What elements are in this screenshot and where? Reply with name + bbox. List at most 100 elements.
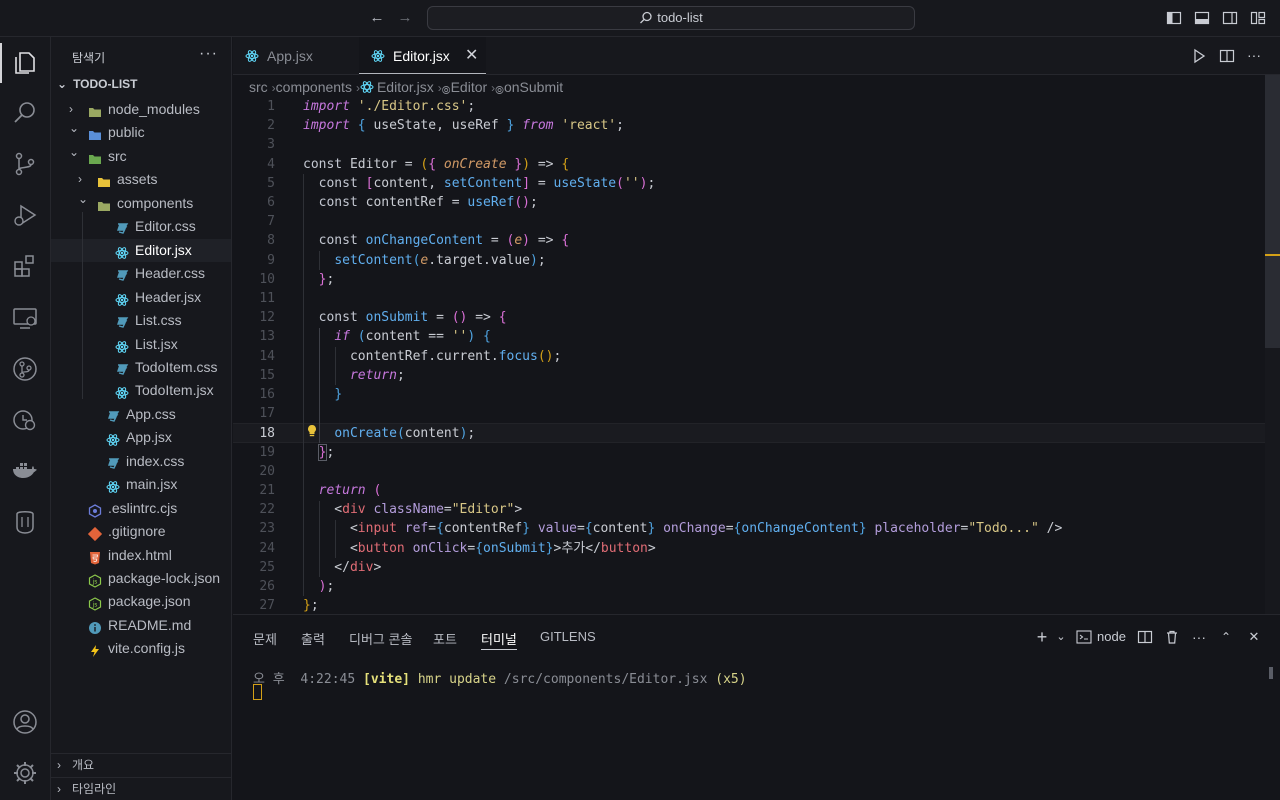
toggle-panel-icon[interactable] — [1194, 10, 1210, 26]
terminal-scrollbar[interactable] — [1269, 667, 1273, 679]
react-icon — [106, 431, 120, 447]
search-icon[interactable] — [11, 99, 39, 127]
folder-root[interactable]: ⌄ TODO-LIST — [57, 77, 138, 91]
tab-app-jsx[interactable]: App.jsx — [233, 37, 358, 75]
line-number: 11 — [259, 291, 275, 306]
command-center-search[interactable]: todo-list — [427, 6, 915, 30]
scrollbar-thumb[interactable] — [1265, 75, 1280, 348]
tree-item[interactable]: ⌄ components — [51, 192, 231, 215]
docker-icon[interactable] — [11, 457, 39, 485]
editor-scrollbar[interactable] — [1265, 75, 1280, 614]
terminal-name[interactable]: node — [1097, 629, 1126, 644]
chevron-down-icon: ⌄ — [78, 191, 89, 206]
account-icon[interactable] — [11, 708, 39, 736]
explorer-icon[interactable] — [11, 49, 39, 77]
run-icon[interactable] — [1191, 48, 1207, 64]
tree-item[interactable]: main.jsx — [51, 473, 231, 496]
tree-item-label: .gitignore — [108, 523, 166, 540]
line-number: 14 — [259, 348, 275, 364]
folder-icon — [88, 103, 102, 117]
terminal-output-line: 오 후 4:22:45 [vite] hmr update /src/compo… — [253, 668, 747, 687]
chevron-down-icon[interactable]: ⌄ — [1053, 629, 1069, 645]
remote-explorer-icon[interactable] — [11, 304, 39, 332]
tree-item[interactable]: ⌄ src — [51, 145, 231, 168]
tree-item[interactable]: js package.json — [51, 590, 231, 613]
tree-item[interactable]: TodoItem.jsx — [51, 379, 231, 402]
breadcrumb-file[interactable]: Editor.jsx — [377, 79, 434, 95]
source-control-icon[interactable] — [11, 150, 39, 178]
tree-item-label: index.html — [108, 546, 172, 563]
git-graph-icon[interactable] — [11, 355, 39, 383]
customize-layout-icon[interactable] — [1250, 10, 1266, 26]
code-line: ); — [318, 579, 335, 594]
terminal-count: (x5) — [715, 672, 747, 687]
tree-item[interactable]: Editor.jsx — [51, 238, 231, 262]
new-terminal-icon[interactable]: + — [1034, 628, 1050, 646]
tree-item[interactable]: List.jsx — [51, 333, 231, 356]
arrow-left-icon[interactable]: ← — [368, 9, 386, 27]
tree-item[interactable]: .eslintrc.cjs — [51, 497, 231, 520]
line-number: 2 — [267, 118, 275, 134]
outline-section[interactable]: › 개요 — [51, 753, 231, 776]
tab-terminal[interactable]: 터미널 — [481, 629, 517, 650]
tree-item-label: src — [108, 147, 127, 164]
breadcrumb-method[interactable]: onSubmit — [504, 79, 563, 95]
tree-item-label: components — [117, 194, 194, 211]
extensions-icon[interactable] — [11, 252, 39, 280]
breadcrumb-symbol[interactable]: Editor — [451, 79, 488, 95]
trash-icon[interactable] — [1164, 629, 1180, 645]
chevron-right-icon: › — [57, 782, 61, 796]
tab-ports[interactable]: 포트 — [433, 629, 457, 648]
timeline-section[interactable]: › 타임라인 — [51, 777, 231, 800]
code-editor[interactable]: 1 import './Editor.css'; 2 import { useSta… — [233, 97, 1265, 614]
tree-item[interactable]: .gitignore — [51, 520, 231, 543]
tree-item[interactable]: vite.config.js — [51, 637, 231, 660]
react-icon — [106, 478, 120, 494]
close-icon[interactable]: ✕ — [465, 37, 478, 75]
tree-item-label: assets — [117, 171, 158, 188]
settings-gear-icon[interactable] — [11, 759, 39, 787]
css-file-icon — [115, 314, 129, 328]
timeline-icon[interactable] — [11, 406, 39, 434]
more-actions-icon[interactable]: ··· — [1247, 48, 1263, 64]
split-terminal-icon[interactable] — [1137, 629, 1153, 645]
code-line: </div> — [303, 559, 382, 575]
tab-editor-jsx[interactable]: Editor.jsx ✕ — [359, 37, 486, 76]
tree-item[interactable]: List.css — [51, 309, 231, 332]
line-number: 12 — [259, 310, 275, 326]
tree-item[interactable]: Header.css — [51, 262, 231, 285]
tree-item[interactable]: README.md — [51, 614, 231, 637]
toggle-primary-sidebar-icon[interactable] — [1166, 10, 1182, 26]
folder-root-label: TODO-LIST — [73, 77, 138, 91]
more-actions-icon[interactable]: ··· — [199, 45, 218, 63]
tree-item[interactable]: App.jsx — [51, 426, 231, 449]
svg-text:js: js — [92, 579, 98, 586]
tree-item[interactable]: Editor.css — [51, 215, 231, 238]
tree-item[interactable]: index.css — [51, 450, 231, 473]
terminal-cursor[interactable] — [253, 684, 262, 700]
run-debug-icon[interactable] — [11, 201, 39, 229]
split-editor-icon[interactable] — [1219, 48, 1235, 64]
maximize-panel-icon[interactable]: ⌃ — [1218, 629, 1234, 645]
tree-item[interactable]: index.html — [51, 544, 231, 567]
tab-gitlens[interactable]: GITLENS — [540, 629, 596, 644]
toggle-secondary-sidebar-icon[interactable] — [1222, 10, 1238, 26]
tree-item[interactable]: TodoItem.css — [51, 356, 231, 379]
tree-item-label: .eslintrc.cjs — [108, 499, 178, 516]
tree-item[interactable]: js package-lock.json — [51, 567, 231, 590]
tree-item-label: Header.css — [135, 265, 206, 282]
tree-item[interactable]: Header.jsx — [51, 286, 231, 309]
breadcrumb-components[interactable]: components — [276, 79, 352, 95]
tab-debug-console[interactable]: 디버그 콘솔 — [349, 629, 412, 648]
arrow-right-icon[interactable]: → — [396, 9, 414, 27]
database-icon[interactable] — [11, 508, 39, 536]
line-number: 1 — [267, 99, 275, 114]
close-icon[interactable]: ✕ — [1246, 629, 1262, 645]
tab-problems[interactable]: 문제 — [253, 629, 277, 648]
tree-item-label: Editor.jsx — [135, 241, 192, 258]
more-actions-icon[interactable]: ··· — [1191, 629, 1207, 645]
lightbulb-icon[interactable] — [305, 424, 319, 438]
tab-output[interactable]: 출력 — [301, 629, 325, 648]
tree-item[interactable]: App.css — [51, 403, 231, 426]
breadcrumb-src[interactable]: src — [249, 79, 268, 95]
